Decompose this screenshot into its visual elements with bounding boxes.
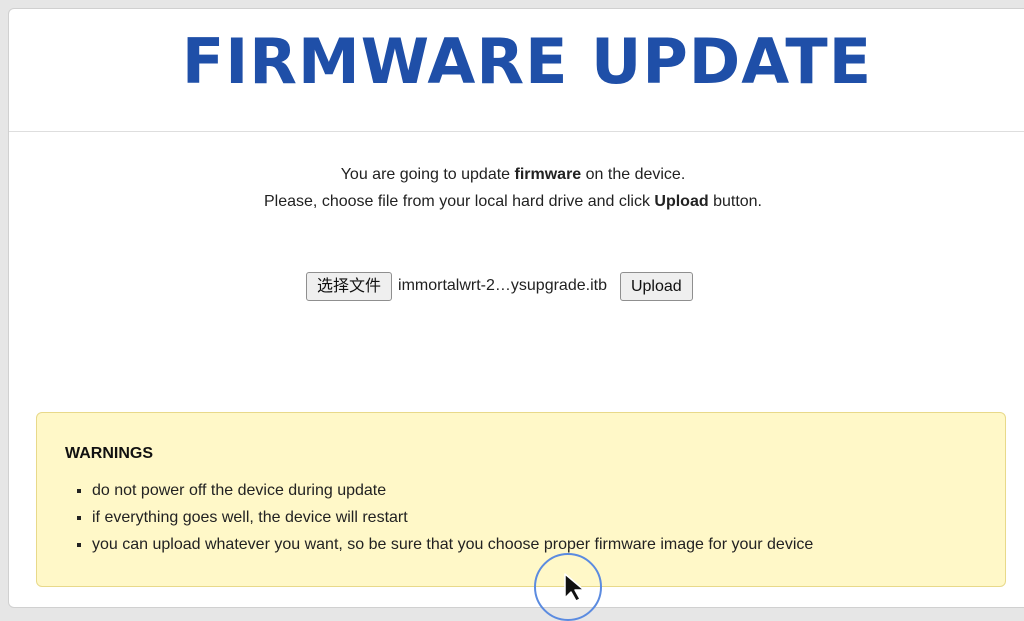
intro-line-1-bold: firmware	[514, 166, 582, 183]
warnings-box: WARNINGS do not power off the device dur…	[36, 412, 1006, 587]
intro-line-2-prefix: Please, choose file from your local hard…	[264, 193, 655, 210]
warning-item: do not power off the device during updat…	[92, 477, 813, 504]
intro-line-2-suffix: button.	[708, 193, 762, 210]
warnings-list: do not power off the device during updat…	[65, 477, 813, 558]
warning-item: you can upload whatever you want, so be …	[92, 531, 813, 558]
intro-line-2: Please, choose file from your local hard…	[9, 188, 1024, 215]
intro-line-2-bold: Upload	[654, 193, 709, 210]
selected-file-name: immortalwrt-2…ysupgrade.itb	[398, 277, 607, 294]
warning-item: if everything goes well, the device will…	[92, 504, 813, 531]
intro-line-1: You are going to update firmware on the …	[9, 161, 1024, 188]
upload-form: 选择文件 immortalwrt-2…ysupgrade.itb Upload	[306, 270, 693, 302]
page-container: FIRMWARE UPDATE You are going to update …	[8, 8, 1024, 608]
mouse-pointer-icon	[564, 573, 585, 602]
choose-file-button[interactable]: 选择文件	[306, 271, 393, 301]
warnings-heading: WARNINGS	[65, 445, 153, 462]
intro-line-1-suffix: on the device.	[581, 166, 686, 183]
intro-text: You are going to update firmware on the …	[9, 161, 1024, 215]
page-title: FIRMWARE UPDATE	[181, 25, 873, 98]
upload-button[interactable]: Upload	[619, 271, 693, 301]
page-header: FIRMWARE UPDATE	[9, 9, 1024, 132]
intro-line-1-prefix: You are going to update	[340, 166, 515, 183]
